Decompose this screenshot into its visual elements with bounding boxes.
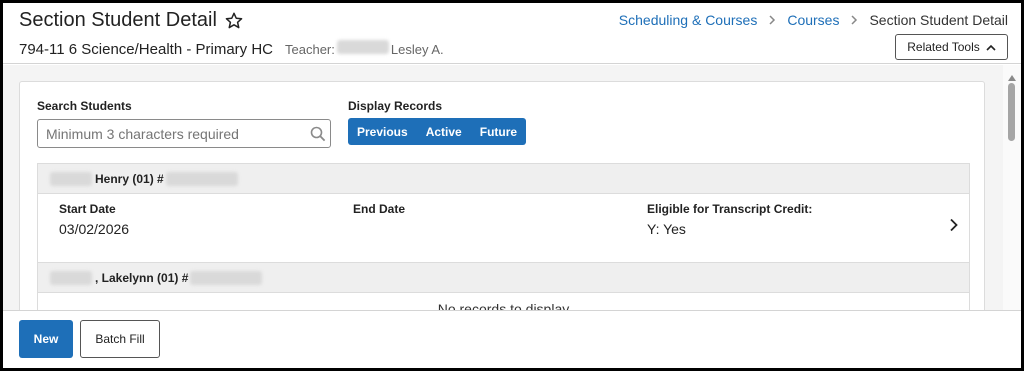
student-header: Henry (01) # <box>37 163 970 194</box>
scroll-up-arrow-icon[interactable] <box>1007 69 1017 81</box>
star-icon[interactable] <box>224 11 244 31</box>
student-name: , Lakelynn (01) # <box>95 270 189 285</box>
start-date-value: 03/02/2026 <box>59 221 130 237</box>
app-frame: Section Student Detail 794-11 6 Science/… <box>3 3 1021 368</box>
related-tools-button[interactable]: Related Tools <box>895 34 1008 60</box>
search-box <box>37 119 331 148</box>
search-label: Search Students <box>37 99 132 113</box>
previous-button[interactable]: Previous <box>348 118 417 145</box>
scroll-thumb[interactable] <box>1008 83 1015 141</box>
breadcrumb-scheduling-courses[interactable]: Scheduling & Courses <box>619 12 758 28</box>
students-card: Search Students Display Records Previous… <box>19 81 985 310</box>
chevron-right-icon <box>850 13 858 28</box>
section-name: 794-11 6 Science/Health - Primary HC <box>19 41 273 58</box>
related-tools-label: Related Tools <box>907 40 980 54</box>
breadcrumb: Scheduling & Courses Courses Section Stu… <box>619 12 1008 28</box>
redacted-text <box>190 270 263 285</box>
action-footer: New Batch Fill <box>3 310 1021 368</box>
vertical-scrollbar[interactable] <box>1003 65 1021 310</box>
display-records-label: Display Records <box>348 99 443 113</box>
student-header: , Lakelynn (01) # <box>37 262 970 293</box>
new-button[interactable]: New <box>19 320 73 358</box>
display-records-toggle: Previous Active Future <box>348 118 527 145</box>
redacted-text <box>336 40 389 54</box>
teacher-label: Teacher: <box>285 42 335 57</box>
eligible-label: Eligible for Transcript Credit: <box>647 202 813 216</box>
section-info: 794-11 6 Science/Health - Primary HC Tea… <box>19 40 444 58</box>
redacted-text <box>50 270 92 285</box>
empty-message: No records to display <box>437 301 570 310</box>
student-name: Henry (01) # <box>95 171 164 186</box>
page-title-row: Section Student Detail <box>19 9 244 32</box>
page-title: Section Student Detail <box>19 9 217 31</box>
redacted-text <box>50 171 92 186</box>
page-header: Section Student Detail 794-11 6 Science/… <box>3 3 1021 64</box>
future-button[interactable]: Future <box>471 118 526 145</box>
teacher-name: Lesley A. <box>390 42 444 57</box>
active-button[interactable]: Active <box>417 118 471 145</box>
end-date-label: End Date <box>353 202 406 216</box>
redacted-text <box>165 171 238 186</box>
search-icon <box>310 126 326 142</box>
breadcrumb-current: Section Student Detail <box>869 12 1008 28</box>
student-record-row: No records to display <box>37 293 970 310</box>
batch-fill-button[interactable]: Batch Fill <box>80 320 160 358</box>
chevron-up-icon <box>986 42 996 52</box>
chevron-right-icon[interactable] <box>947 218 961 232</box>
eligible-value: Y: Yes <box>647 221 686 237</box>
chevron-right-icon <box>768 13 776 28</box>
breadcrumb-courses[interactable]: Courses <box>787 12 839 28</box>
student-record-row[interactable]: Start Date End Date Eligible for Transcr… <box>37 194 970 262</box>
content-area: Search Students Display Records Previous… <box>3 65 1003 310</box>
start-date-label: Start Date <box>59 202 116 216</box>
search-input[interactable] <box>46 120 306 147</box>
